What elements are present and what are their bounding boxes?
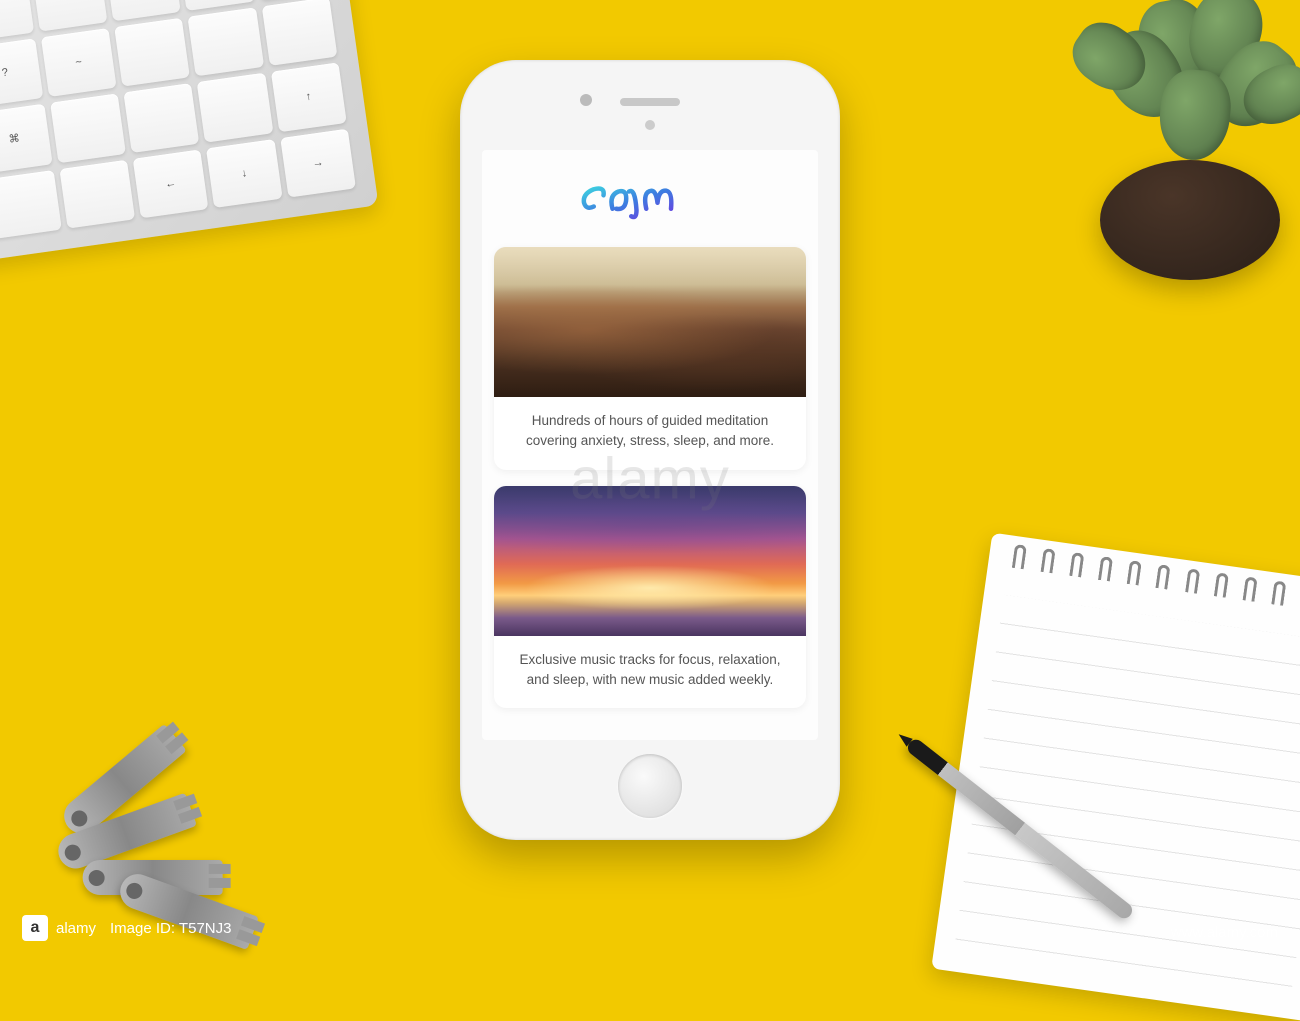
plant-pot — [1100, 160, 1280, 280]
key — [114, 17, 190, 86]
watermark-image-id: Image ID: T57NJ3 — [110, 920, 231, 937]
key — [188, 7, 264, 76]
key — [123, 83, 199, 152]
key: ? — [0, 38, 43, 107]
canyon-image — [494, 247, 806, 397]
key: ⌘ — [0, 104, 52, 173]
card-description: Exclusive music tracks for focus, relaxa… — [494, 636, 806, 709]
key — [31, 0, 107, 31]
key — [197, 73, 273, 142]
key: ↑ — [271, 62, 347, 131]
home-button[interactable] — [618, 754, 682, 818]
keys-prop — [1, 688, 319, 1006]
earpiece — [620, 98, 680, 106]
keyboard-prop: { } ⇧ ? ~ alt ⌘ ↑ ← ↓ → — [0, 0, 379, 272]
key — [59, 159, 135, 228]
front-camera — [580, 94, 592, 106]
notepad-prop — [931, 533, 1300, 1021]
iphone-device: Hundreds of hours of guided meditation c… — [460, 60, 840, 840]
feature-card-meditation[interactable]: Hundreds of hours of guided meditation c… — [494, 247, 806, 470]
proximity-sensor — [645, 120, 655, 130]
key — [0, 170, 62, 239]
key: ~ — [41, 28, 117, 97]
calm-logo-icon — [575, 170, 725, 228]
alamy-logo-icon: a — [22, 915, 48, 941]
key — [50, 93, 126, 162]
card-description: Hundreds of hours of guided meditation c… — [494, 397, 806, 470]
watermark-brand: a alamy Image ID: T57NJ3 — [22, 915, 231, 941]
key: ↓ — [206, 139, 282, 208]
succulent-plant-prop — [1020, 0, 1300, 300]
key: ← — [133, 149, 209, 218]
key — [105, 0, 181, 21]
watermark-site: www.alamy.com — [1171, 924, 1278, 941]
key — [261, 0, 337, 66]
key: → — [280, 128, 356, 197]
leaf — [1156, 67, 1234, 163]
key: } — [0, 0, 34, 41]
phone-screen[interactable]: Hundreds of hours of guided meditation c… — [482, 150, 818, 740]
calm-app-logo — [494, 162, 806, 247]
feature-card-music[interactable]: Exclusive music tracks for focus, relaxa… — [494, 486, 806, 709]
watermark-brand-text: alamy — [56, 920, 96, 937]
sunset-image — [494, 486, 806, 636]
